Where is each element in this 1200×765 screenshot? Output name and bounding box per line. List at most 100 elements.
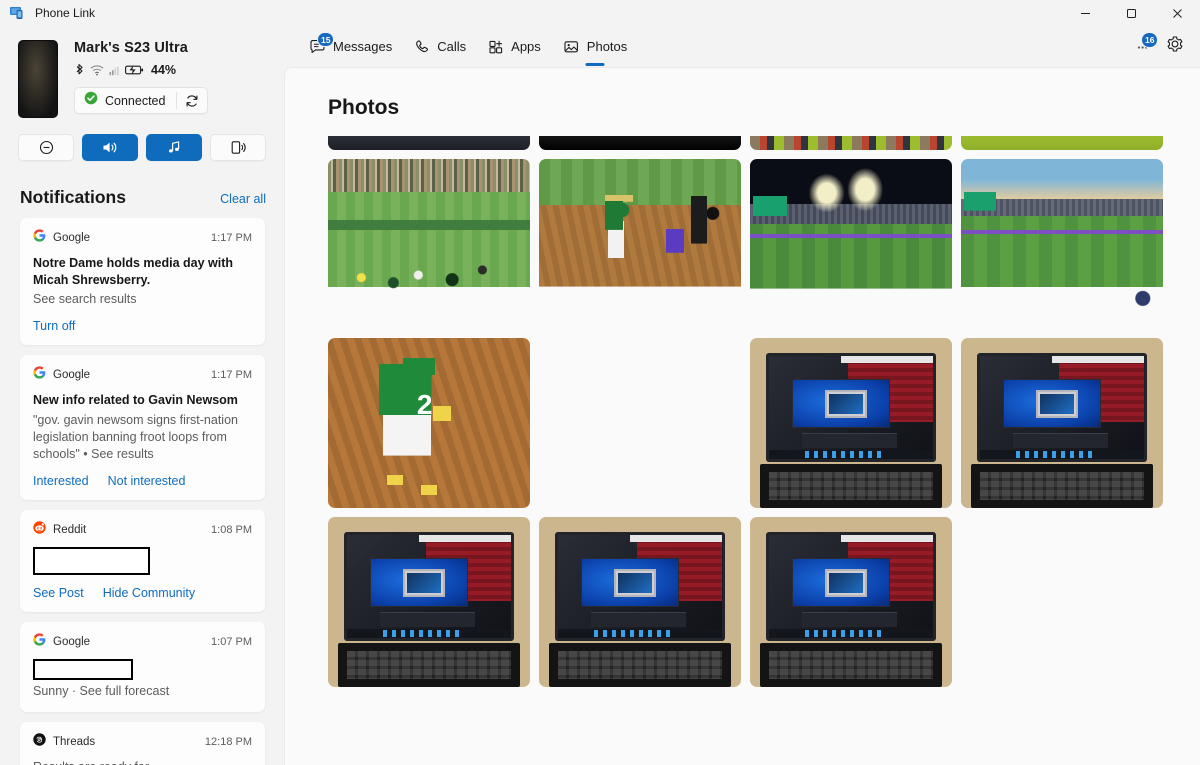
connected-check-icon	[84, 91, 98, 110]
quick-actions	[0, 118, 284, 161]
photo-empty-slot-2	[961, 517, 1163, 687]
title-bar: Phone Link	[0, 0, 1200, 26]
music-button[interactable]	[146, 134, 202, 161]
photo-batter-at-plate[interactable]	[539, 159, 741, 329]
photo-laptop-3[interactable]	[328, 517, 530, 687]
phone-link-window: Phone Link Mark's S23 Ultra 44% Connecte…	[0, 0, 1200, 765]
ring-phone-icon	[230, 140, 246, 155]
phone-icon	[414, 39, 430, 55]
notification-action-hide-community[interactable]: Hide Community	[103, 586, 195, 600]
notifications-list[interactable]: Google 1:17 PM Notre Dame holds media da…	[0, 218, 284, 765]
volume-button[interactable]	[82, 134, 138, 161]
more-button[interactable]: 16	[1128, 31, 1159, 62]
photo-laptop-4[interactable]	[539, 517, 741, 687]
device-name: Mark's S23 Ultra	[74, 40, 188, 56]
device-status-icons: 44%	[74, 62, 208, 78]
notification-action-not-interested[interactable]: Not interested	[108, 474, 186, 488]
minimize-button[interactable]	[1062, 0, 1108, 26]
maximize-button[interactable]	[1108, 0, 1154, 26]
ring-phone-button[interactable]	[210, 134, 266, 161]
do-not-disturb-button[interactable]	[18, 134, 74, 161]
notification-actions: Turn off	[33, 319, 252, 333]
device-sidebar: Mark's S23 Ultra 44% Connected Notificat…	[0, 26, 284, 765]
photo-stadium-dusk[interactable]	[961, 159, 1163, 329]
window-body: Mark's S23 Ultra 44% Connected Notificat…	[0, 26, 1200, 765]
notification-app-name: Google	[53, 369, 91, 381]
photo-ballpark-crowd[interactable]	[328, 159, 530, 329]
more-badge: 16	[1141, 31, 1159, 48]
photo-player-number-2[interactable]	[328, 338, 530, 508]
photo-laptop-5[interactable]	[750, 517, 952, 687]
notification-body: "gov. gavin newsom signs first-nation le…	[33, 412, 238, 461]
notification-body: Results are ready for quiz time, which o…	[33, 759, 252, 765]
close-button[interactable]	[1154, 0, 1200, 26]
bluetooth-icon	[74, 63, 85, 77]
photo-cut-4[interactable]	[961, 136, 1163, 150]
photo-laptop-2[interactable]	[961, 338, 1163, 508]
photos-icon	[563, 39, 580, 55]
tab-messages[interactable]: 15 Messages	[298, 26, 403, 67]
notification-app-name: Threads	[53, 735, 96, 748]
tab-calls-label: Calls	[437, 39, 467, 54]
threads-icon	[33, 732, 46, 751]
connection-status: Connected	[74, 87, 209, 114]
notification-item[interactable]: Google 1:17 PM New info related to Gavin…	[20, 355, 265, 500]
messages-icon: 15	[309, 32, 335, 55]
notification-action-see-post[interactable]: See Post	[33, 586, 84, 600]
notification-title: New info related to Gavin Newsom	[33, 393, 238, 407]
google-icon	[33, 366, 46, 384]
photos-panel: Photos	[284, 67, 1200, 765]
photo-stadium-night[interactable]	[750, 159, 952, 329]
notification-body: Sunny · See full forecast	[33, 683, 170, 698]
photo-laptop-1[interactable]	[750, 338, 952, 508]
photo-empty-slot-1	[539, 338, 741, 508]
notification-app-name: Google	[53, 635, 91, 648]
notification-item[interactable]: Reddit 1:08 PM See Post Hide Community	[20, 509, 265, 612]
google-icon	[33, 229, 46, 247]
redacted-content	[33, 546, 150, 575]
clear-all-button[interactable]: Clear all	[220, 192, 266, 206]
battery-percent: 44%	[151, 63, 177, 77]
phone-link-icon	[9, 5, 25, 21]
window-controls	[1062, 0, 1200, 26]
notification-time: 1:08 PM	[211, 523, 252, 536]
battery-charging-icon	[125, 64, 144, 76]
photo-grid[interactable]	[285, 120, 1200, 687]
reddit-icon	[33, 520, 46, 539]
notification-body: See search results	[33, 292, 137, 306]
redacted-content	[33, 658, 133, 680]
device-summary: Mark's S23 Ultra 44% Connected	[0, 26, 284, 118]
tab-calls[interactable]: Calls	[403, 26, 477, 67]
tab-apps[interactable]: Apps	[477, 26, 552, 67]
music-note-icon	[167, 140, 182, 155]
wifi-icon	[90, 64, 104, 76]
window-title: Phone Link	[35, 6, 96, 20]
gear-icon	[1166, 35, 1184, 58]
apps-icon	[488, 39, 504, 55]
photo-cut-3[interactable]	[750, 136, 952, 150]
notification-body-prefix: Results are ready for	[33, 760, 149, 765]
tab-photos[interactable]: Photos	[552, 26, 638, 67]
photo-cut-2[interactable]	[539, 136, 741, 150]
notification-time: 1:17 PM	[211, 369, 252, 381]
notification-app-name: Reddit	[53, 523, 87, 536]
notification-item[interactable]: Google 1:07 PM Sunny · See full forecast	[20, 621, 265, 712]
tab-apps-label: Apps	[511, 39, 541, 54]
notification-item[interactable]: Threads 12:18 PM Results are ready for q…	[20, 721, 265, 765]
refresh-button[interactable]	[177, 94, 207, 108]
photo-cut-1[interactable]	[328, 136, 530, 150]
google-icon	[33, 632, 46, 651]
messages-badge: 15	[317, 32, 335, 47]
notification-time: 1:07 PM	[211, 635, 252, 648]
notification-action-interested[interactable]: Interested	[33, 474, 89, 488]
notifications-header: Notifications Clear all	[0, 161, 284, 218]
notifications-title: Notifications	[20, 187, 126, 207]
tab-photos-label: Photos	[586, 39, 628, 54]
navbar-right-controls: 16	[1128, 26, 1200, 67]
tab-messages-label: Messages	[333, 39, 393, 54]
notification-title: Notre Dame holds media day with Micah Sh…	[33, 256, 234, 287]
notification-item[interactable]: Google 1:17 PM Notre Dame holds media da…	[20, 218, 265, 345]
volume-icon	[102, 140, 119, 155]
notification-action-turn-off[interactable]: Turn off	[33, 319, 75, 333]
settings-button[interactable]	[1160, 32, 1190, 62]
